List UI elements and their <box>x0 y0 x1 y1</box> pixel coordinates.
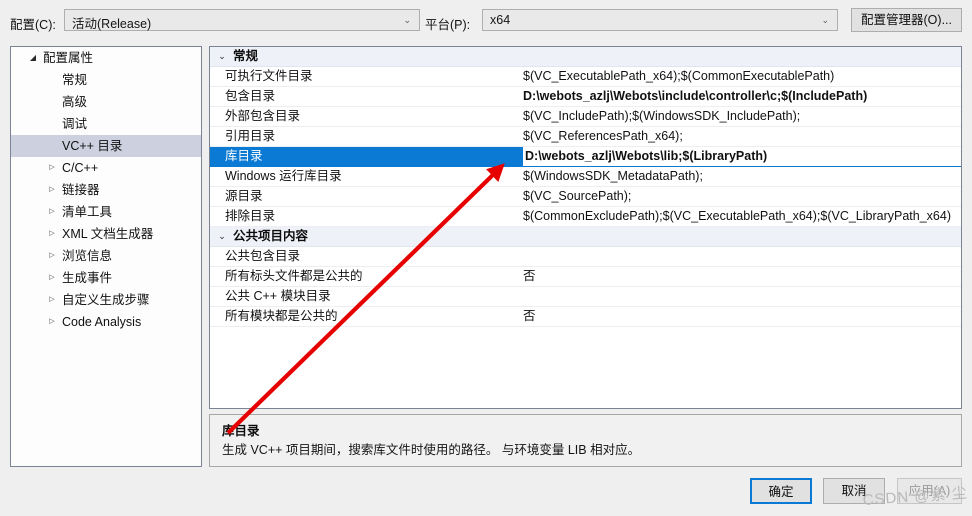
tree-item[interactable]: ▷ C/C++ <box>11 157 201 179</box>
tree-item-label: 生成事件 <box>62 271 113 285</box>
expander-closed-icon[interactable]: ▷ <box>44 311 60 333</box>
expander-closed-icon[interactable]: ▷ <box>44 201 60 223</box>
tree-item[interactable]: VC++ 目录 <box>11 135 201 157</box>
expander-closed-icon[interactable]: ▷ <box>44 179 60 201</box>
property-name: 外部包含目录 <box>225 109 301 123</box>
tree-item-label: 调试 <box>62 117 88 131</box>
property-value[interactable]: $(WindowsSDK_MetadataPath); <box>523 167 959 186</box>
property-value[interactable]: $(VC_SourcePath); <box>523 187 959 206</box>
configuration-select-value: 活动(Release) <box>72 17 152 31</box>
tree-item[interactable]: 调试 <box>11 113 201 135</box>
tree-item-label: 清单工具 <box>62 205 113 219</box>
property-name: 源目录 <box>225 189 263 203</box>
platform-label: 平台(P): <box>425 18 471 32</box>
property-row-selected[interactable]: 库目录 D:\webots_azlj\Webots\lib;$(LibraryPa… <box>210 147 961 167</box>
property-value[interactable]: 否 <box>523 307 959 326</box>
expander-closed-icon[interactable]: ▷ <box>44 157 60 179</box>
ok-button[interactable]: 确定 <box>750 478 812 504</box>
property-name: 所有标头文件都是公共的 <box>225 269 363 283</box>
tree-item-label: XML 文档生成器 <box>62 227 154 241</box>
expander-closed-icon[interactable]: ▷ <box>44 223 60 245</box>
tree-item-label: 链接器 <box>62 183 100 197</box>
property-name: 所有模块都是公共的 <box>225 309 338 323</box>
property-name: 可执行文件目录 <box>225 69 313 83</box>
property-value[interactable]: $(CommonExcludePath);$(VC_ExecutablePath… <box>523 207 959 226</box>
property-row[interactable]: 引用目录 $(VC_ReferencesPath_x64); <box>210 127 961 147</box>
tree-item-label: 高级 <box>62 95 88 109</box>
chevron-down-icon: ⌄ <box>821 14 829 25</box>
platform-select[interactable]: x64 ⌄ <box>482 9 838 31</box>
description-title: 库目录 <box>222 424 260 438</box>
property-name: 公共 C++ 模块目录 <box>225 289 331 303</box>
configuration-manager-button[interactable]: 配置管理器(O)... <box>851 8 962 32</box>
property-name: 包含目录 <box>225 89 276 103</box>
chevron-down-icon: ⌄ <box>403 14 411 25</box>
property-row[interactable]: 外部包含目录 $(VC_IncludePath);$(WindowsSDK_Inc… <box>210 107 961 127</box>
description-text: 生成 VC++ 项目期间，搜索库文件时使用的路径。 与环境变量 LIB 相对应。 <box>222 443 641 457</box>
property-value[interactable]: 否 <box>523 267 959 286</box>
property-row[interactable]: 源目录 $(VC_SourcePath); <box>210 187 961 207</box>
property-row[interactable]: 包含目录 D:\webots_azlj\Webots\include\contro… <box>210 87 961 107</box>
tree-item[interactable]: 常规 <box>11 69 201 91</box>
configuration-label: 配置(C): <box>10 18 56 32</box>
expander-open-icon[interactable]: ◢ <box>25 47 41 69</box>
property-value[interactable]: D:\webots_azlj\Webots\lib;$(LibraryPath) <box>521 147 961 166</box>
property-row[interactable]: 所有模块都是公共的 否 <box>210 307 961 327</box>
property-row[interactable]: 排除目录 $(CommonExcludePath);$(VC_Executable… <box>210 207 961 227</box>
tree-item[interactable]: ▷ 链接器 <box>11 179 201 201</box>
property-name: 引用目录 <box>225 129 276 143</box>
property-name: 库目录 <box>225 149 263 163</box>
grid-section-title: 常规 <box>233 49 259 63</box>
chevron-down-icon[interactable]: ⌄ <box>215 227 229 246</box>
grid-section-header[interactable]: ⌄ 公共项目内容 <box>210 227 961 247</box>
property-value[interactable]: $(VC_IncludePath);$(WindowsSDK_IncludePa… <box>523 107 959 126</box>
property-row[interactable]: Windows 运行库目录 $(WindowsSDK_MetadataPath); <box>210 167 961 187</box>
platform-select-value: x64 <box>490 13 511 27</box>
configuration-select[interactable]: 活动(Release) ⌄ <box>64 9 420 31</box>
property-value[interactable]: $(VC_ReferencesPath_x64); <box>523 127 959 146</box>
tree-item[interactable]: ▷ Code Analysis <box>11 311 201 333</box>
property-row[interactable]: 所有标头文件都是公共的 否 <box>210 267 961 287</box>
tree-item[interactable]: ▷ XML 文档生成器 <box>11 223 201 245</box>
tree-item-label: 浏览信息 <box>62 249 113 263</box>
tree-item[interactable]: ▷ 浏览信息 <box>11 245 201 267</box>
tree-item[interactable]: ◢ 配置属性 <box>11 47 201 69</box>
property-name: 公共包含目录 <box>225 249 301 263</box>
grid-section-title: 公共项目内容 <box>233 229 309 243</box>
expander-closed-icon[interactable]: ▷ <box>44 245 60 267</box>
tree-item-label: C/C++ <box>62 161 99 175</box>
property-value[interactable]: D:\webots_azlj\Webots\include\controller… <box>523 87 959 106</box>
property-name: 排除目录 <box>225 209 276 223</box>
configuration-toolbar: 配置(C): 活动(Release) ⌄ 平台(P): x64 ⌄ 配置管理器(… <box>0 0 972 40</box>
tree-item-label: 常规 <box>62 73 88 87</box>
property-row[interactable]: 可执行文件目录 $(VC_ExecutablePath_x64);$(Common… <box>210 67 961 87</box>
grid-section-header[interactable]: ⌄ 常规 <box>210 47 961 67</box>
tree-item-label: Code Analysis <box>62 315 142 329</box>
property-name: Windows 运行库目录 <box>225 169 342 183</box>
tree-item-label: 配置属性 <box>43 51 94 65</box>
chevron-down-icon[interactable]: ⌄ <box>215 47 229 66</box>
expander-closed-icon[interactable]: ▷ <box>44 267 60 289</box>
property-grid[interactable]: ⌄ 常规可执行文件目录 $(VC_ExecutablePath_x64);$(Com… <box>209 46 962 409</box>
tree-item-label: 自定义生成步骤 <box>62 293 150 307</box>
tree-item[interactable]: ▷ 生成事件 <box>11 267 201 289</box>
property-row[interactable]: 公共包含目录 <box>210 247 961 267</box>
property-description-panel: 库目录 生成 VC++ 项目期间，搜索库文件时使用的路径。 与环境变量 LIB … <box>209 414 962 467</box>
property-row[interactable]: 公共 C++ 模块目录 <box>210 287 961 307</box>
property-category-tree[interactable]: ◢ 配置属性 常规 高级 调试 VC++ 目录 ▷ C/C++ ▷ 链接器 ▷ 清单工具 ▷ XML 文档… <box>10 46 202 467</box>
tree-item-label: VC++ 目录 <box>62 139 123 153</box>
tree-item[interactable]: ▷ 清单工具 <box>11 201 201 223</box>
tree-item[interactable]: ▷ 自定义生成步骤 <box>11 289 201 311</box>
property-value[interactable]: $(VC_ExecutablePath_x64);$(CommonExecuta… <box>523 67 959 86</box>
tree-item[interactable]: 高级 <box>11 91 201 113</box>
expander-closed-icon[interactable]: ▷ <box>44 289 60 311</box>
